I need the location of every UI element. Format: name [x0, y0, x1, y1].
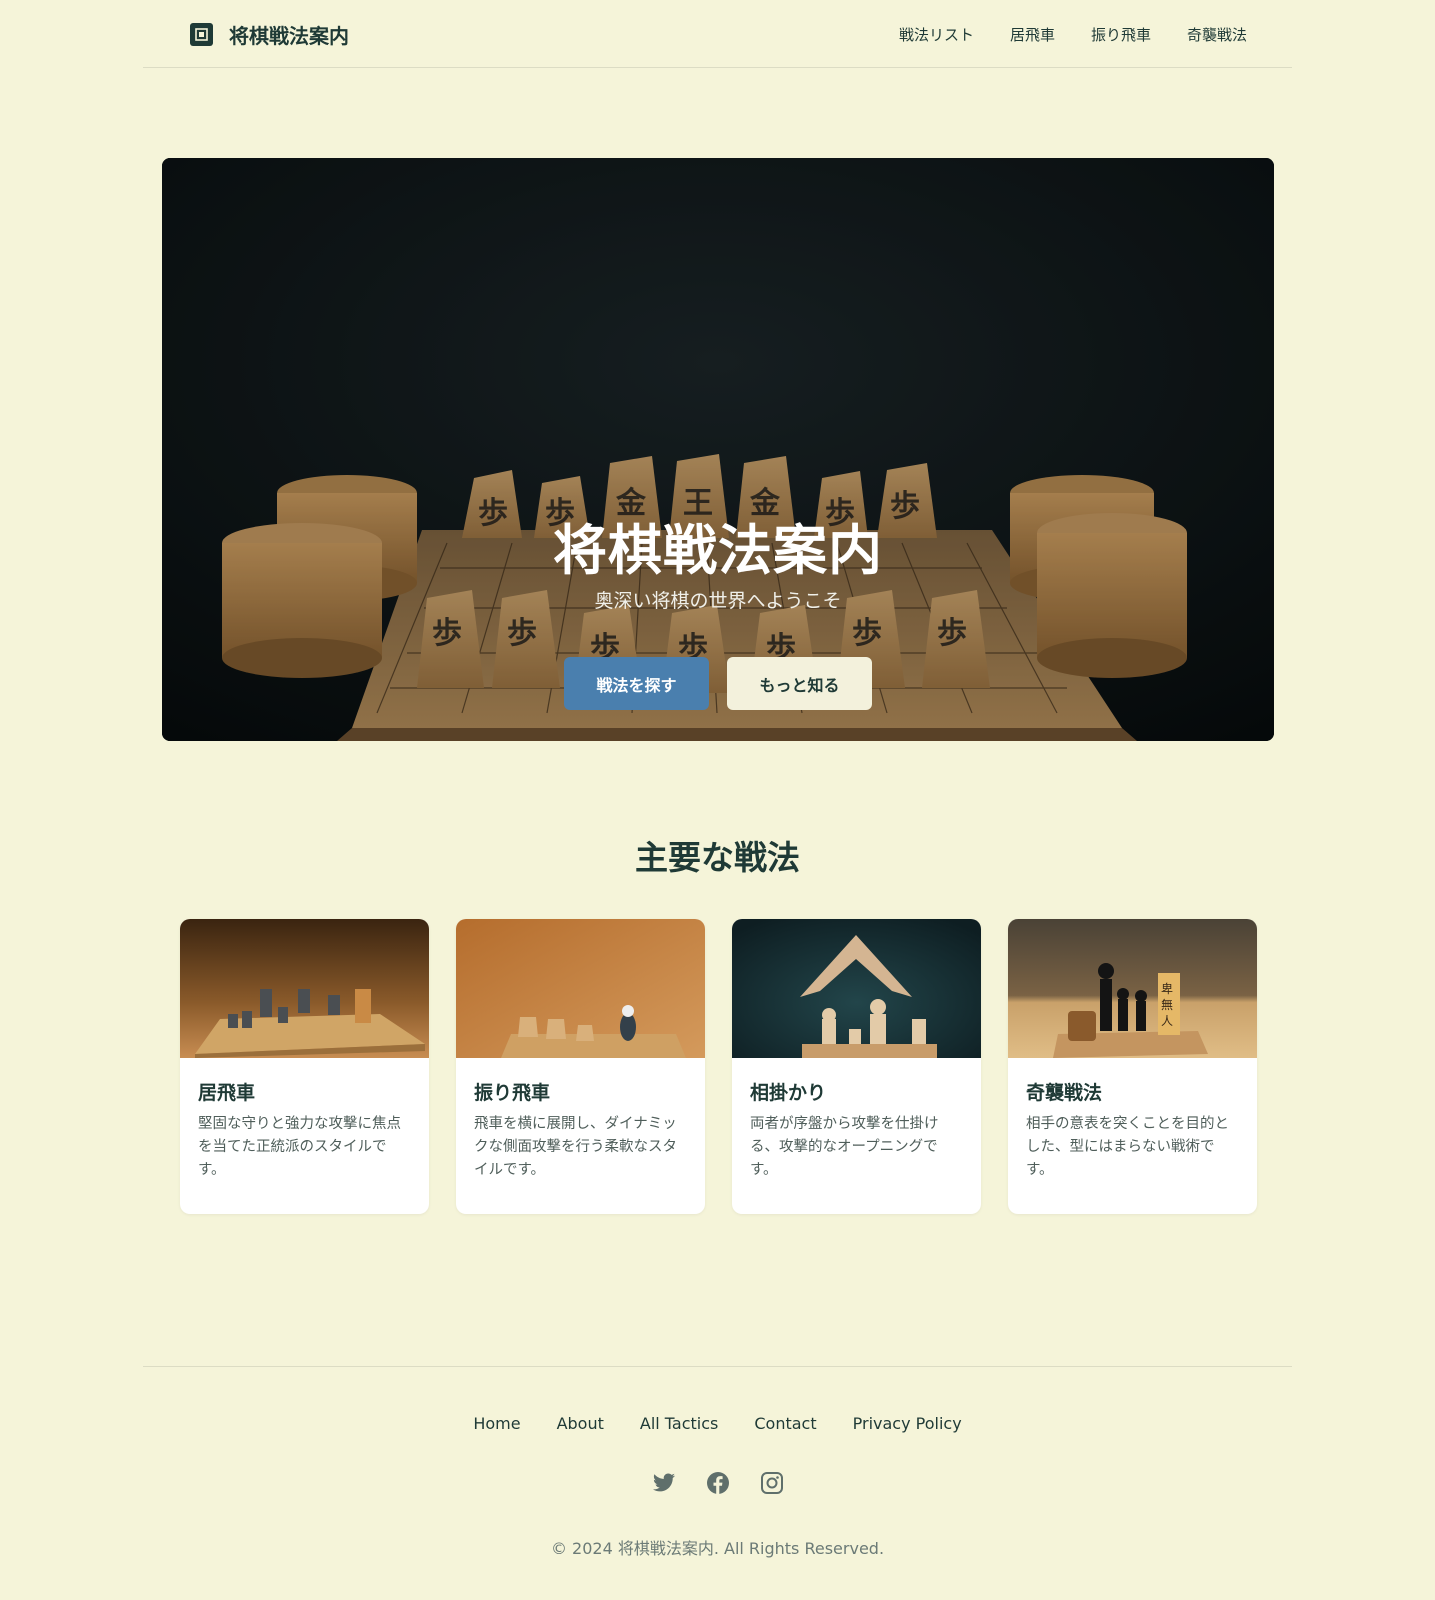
footer-link-all-tactics[interactable]: All Tactics — [640, 1414, 719, 1433]
logo[interactable]: 将棋戦法案内 — [190, 20, 349, 49]
hero-title: 将棋戦法案内 — [553, 518, 883, 582]
card-image-furibisha — [456, 919, 705, 1058]
card-description: 堅固な守りと強力な攻撃に焦点を当てた正統派のスタイルです。 — [198, 1116, 401, 1178]
card-description: 両者が序盤から攻撃を仕掛ける、攻撃的なオープニングです。 — [750, 1116, 939, 1178]
card-title: 相掛かり — [750, 1082, 827, 1104]
svg-text:無: 無 — [1161, 997, 1173, 1012]
shogi-board-image: 歩 歩 金 王 金 歩 歩 歩 歩 歩 歩 歩 歩 歩 — [162, 158, 1274, 741]
learn-more-button[interactable]: もっと知る — [727, 657, 872, 710]
twitter-icon[interactable] — [652, 1471, 676, 1495]
card-image-aigakari — [732, 919, 981, 1058]
card-description: 相手の意表を突くことを目的とした、型にはまらない戦術です。 — [1026, 1116, 1229, 1178]
nav-item-surprise[interactable]: 奇襲戦法 — [1187, 24, 1247, 45]
main-nav: 戦法リスト 居飛車 振り飛車 奇襲戦法 — [899, 24, 1247, 45]
tactic-card-surprise[interactable]: 卑 無 人 奇襲戦法 相手の意表を突くことを目的とした、型にはまらない戦術です。 — [1008, 919, 1257, 1214]
footer-link-contact[interactable]: Contact — [754, 1414, 816, 1433]
tactics-cards: 居飛車 堅固な守りと強力な攻撃に焦点を当てた正統派のスタイルです。 振り飛車 飛… — [180, 919, 1257, 1214]
nav-item-tactics-list[interactable]: 戦法リスト — [899, 24, 974, 45]
svg-text:人: 人 — [1161, 1014, 1173, 1028]
hero-banner: 歩 歩 金 王 金 歩 歩 歩 歩 歩 歩 歩 歩 歩 — [162, 158, 1274, 741]
site-header: 将棋戦法案内 戦法リスト 居飛車 振り飛車 奇襲戦法 — [143, 0, 1292, 68]
logo-text: 将棋戦法案内 — [229, 24, 349, 48]
find-tactics-button[interactable]: 戦法を探す — [564, 657, 709, 710]
tactic-card-ibisha[interactable]: 居飛車 堅固な守りと強力な攻撃に焦点を当てた正統派のスタイルです。 — [180, 919, 429, 1214]
instagram-icon[interactable] — [760, 1471, 784, 1495]
card-title: 奇襲戦法 — [1026, 1082, 1103, 1104]
footer-nav: Home About All Tactics Contact Privacy P… — [0, 1414, 1435, 1433]
tactic-card-furibisha[interactable]: 振り飛車 飛車を横に展開し、ダイナミックな側面攻撃を行う柔軟なスタイルです。 — [456, 919, 705, 1214]
hero-subtitle: 奥深い将棋の世界へようこそ — [594, 590, 842, 612]
card-description: 飛車を横に展開し、ダイナミックな側面攻撃を行う柔軟なスタイルです。 — [474, 1116, 677, 1178]
card-title: 居飛車 — [198, 1082, 256, 1104]
section-title: 主要な戦法 — [635, 838, 800, 877]
nav-item-furibisha[interactable]: 振り飛車 — [1091, 24, 1151, 45]
facebook-icon[interactable] — [706, 1471, 730, 1495]
card-image-ibisha — [180, 919, 429, 1058]
copyright: © 2024 将棋戦法案内. All Rights Reserved. — [550, 1539, 885, 1558]
footer-link-privacy[interactable]: Privacy Policy — [853, 1414, 962, 1433]
shogi-piece-icon — [190, 23, 213, 46]
tactic-card-aigakari[interactable]: 相掛かり 両者が序盤から攻撃を仕掛ける、攻撃的なオープニングです。 — [732, 919, 981, 1214]
footer-divider — [143, 1366, 1292, 1367]
social-links — [0, 1471, 1435, 1495]
footer-link-home[interactable]: Home — [473, 1414, 520, 1433]
card-title: 振り飛車 — [474, 1082, 551, 1104]
card-image-surprise: 卑 無 人 — [1008, 919, 1257, 1058]
footer-link-about[interactable]: About — [557, 1414, 604, 1433]
nav-item-ibisha[interactable]: 居飛車 — [1010, 24, 1055, 45]
hero-buttons: 戦法を探す もっと知る — [162, 657, 1274, 710]
svg-text:卑: 卑 — [1161, 981, 1173, 996]
